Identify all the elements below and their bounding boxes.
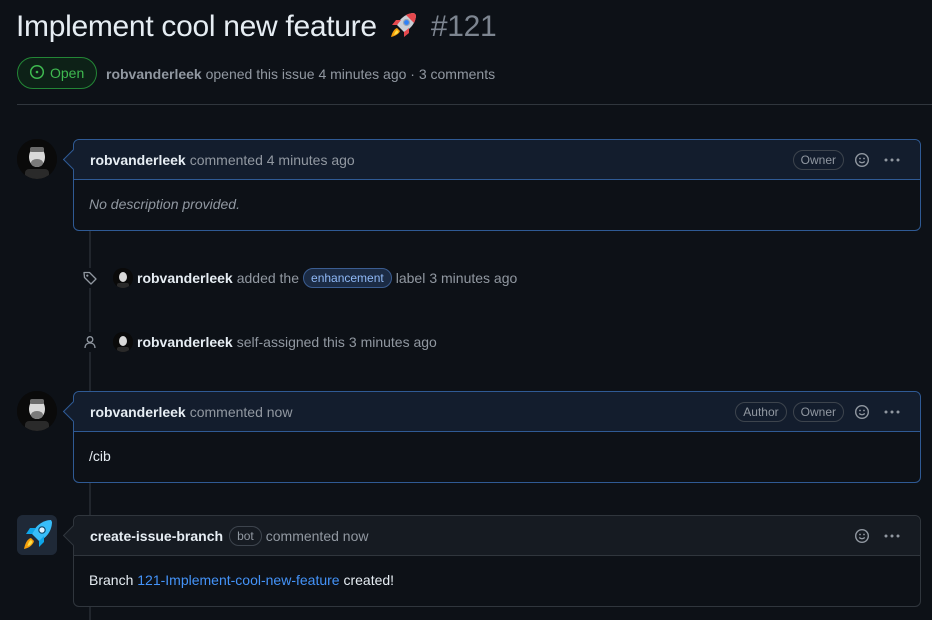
comment-body: Branch 121-Implement-cool-new-feature cr… [74,556,920,606]
avatar[interactable] [113,268,133,288]
owner-badge: Owner [792,401,844,422]
rocket-emoji-icon [387,10,419,40]
comment-box: robvanderleek commented 4 minutes ago Ow… [73,139,921,231]
comment-timestamp[interactable]: commented now [190,404,293,420]
avatar[interactable] [113,332,133,352]
comment-body-prefix: Branch [89,572,134,588]
comment-body-text: No description provided. [89,196,240,212]
event-actor-link[interactable]: robvanderleek [137,334,233,350]
issue-state-badge: Open [17,57,98,89]
smiley-icon[interactable] [850,400,874,424]
issue-title: Implement cool new feature #121 [16,10,497,44]
owner-badge: Owner [792,149,844,170]
kebab-menu-icon[interactable] [880,524,904,548]
comment-header: robvanderleek commented 4 minutes ago Ow… [74,140,920,180]
comment-body-suffix: created! [343,572,395,588]
comment-author-link[interactable]: create-issue-branch [90,528,223,544]
avatar[interactable] [17,139,57,179]
smiley-icon[interactable] [850,148,874,172]
issue-open-icon [29,64,45,83]
event-text-after: label [395,270,426,286]
issue-number: #121 [430,10,497,43]
issue-meta: robvanderleek opened this issue 4 minute… [106,66,495,82]
timeline-event-assigned: robvanderleek self-assigned this 3 minut… [80,332,437,352]
comment-timestamp[interactable]: commented now [266,528,369,544]
smiley-icon[interactable] [850,524,874,548]
comment-timestamp[interactable]: commented 4 minutes ago [190,152,355,168]
comment-author-link[interactable]: robvanderleek [90,152,186,168]
issue-title-text: Implement cool new feature [16,10,377,43]
kebab-menu-icon[interactable] [880,400,904,424]
event-text: self-assigned this [236,334,345,350]
comment-author-link[interactable]: robvanderleek [90,404,186,420]
event-timestamp[interactable]: 3 minutes ago [429,270,517,286]
tag-icon [80,268,100,288]
comment-body: No description provided. [74,180,920,230]
event-text: added the [236,270,300,286]
author-badge: Author [735,401,787,422]
header-divider [17,104,932,105]
label-enhancement[interactable]: enhancement [303,268,392,288]
bot-avatar[interactable] [17,515,57,555]
branch-link[interactable]: 121-Implement-cool-new-feature [137,572,339,588]
comment-body: /cib [74,432,920,482]
comment-box: create-issue-branch bot commented now Br… [73,515,921,607]
issue-meta-text: opened this issue 4 minutes ago · 3 comm… [205,66,496,82]
person-icon [80,332,100,352]
comment-box: robvanderleek commented now Author Owner… [73,391,921,483]
event-timestamp[interactable]: 3 minutes ago [349,334,437,350]
avatar[interactable] [17,391,57,431]
bot-badge: bot [229,525,262,546]
comment-header: robvanderleek commented now Author Owner [74,392,920,432]
timeline-event-label: robvanderleek added the enhancement labe… [80,268,517,288]
comment-header: create-issue-branch bot commented now [74,516,920,556]
event-actor-link[interactable]: robvanderleek [137,270,233,286]
comment-body-text: /cib [89,448,111,464]
kebab-menu-icon[interactable] [880,148,904,172]
issue-state-text: Open [50,65,85,81]
issue-author-link[interactable]: robvanderleek [106,66,202,82]
